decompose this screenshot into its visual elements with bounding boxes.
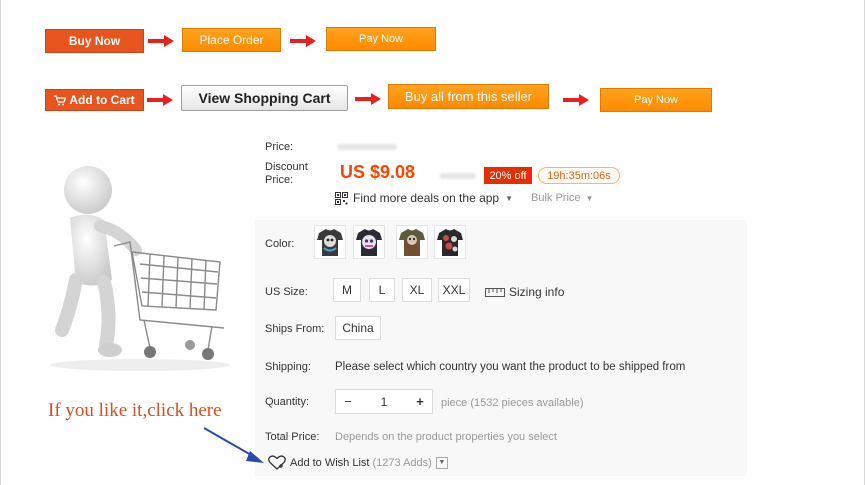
quantity-stepper: − 1 + <box>335 389 433 414</box>
find-deals-link[interactable]: Find more deals on the app ▼ <box>335 191 513 205</box>
hint-annotation: If you like it,click here <box>48 400 222 421</box>
size-option-label: L <box>378 283 386 297</box>
tshirt-thumbnail <box>399 229 425 256</box>
shipping-label: Shipping: <box>265 361 311 373</box>
size-label: US Size: <box>265 286 308 298</box>
size-option-l[interactable]: L <box>369 278 395 302</box>
arrow-right-icon <box>563 94 589 106</box>
view-cart-label: View Shopping Cart <box>198 90 331 106</box>
add-to-cart-button[interactable]: Add to Cart <box>45 89 144 111</box>
arrow-right-icon <box>290 35 316 47</box>
tshirt-thumbnail <box>356 229 382 256</box>
size-option-xxl[interactable]: XXL <box>438 278 470 302</box>
add-to-wishlist-button[interactable]: Add to Wish List (1273 Adds) ▼ <box>268 455 448 470</box>
ships-from-value: China <box>342 321 374 335</box>
size-option-xl[interactable]: XL <box>402 278 432 302</box>
plus-icon[interactable]: + <box>408 390 432 413</box>
minus-icon[interactable]: − <box>336 390 360 413</box>
heart-icon <box>268 455 286 470</box>
chevron-down-icon: ▼ <box>585 193 594 203</box>
pay-now-label-2: Pay Now <box>633 94 679 106</box>
discount-label: Discount <box>265 161 308 173</box>
discount-percent-text: 20% off <box>489 169 527 182</box>
quantity-label: Quantity: <box>265 396 310 408</box>
pay-now-button[interactable]: Pay Now <box>326 27 436 51</box>
total-price-note: Depends on the product properties you se… <box>335 431 557 443</box>
cart-icon <box>54 94 67 105</box>
total-price-label: Total Price: <box>265 431 320 443</box>
per-piece-blurred <box>440 173 476 179</box>
sizing-info-text: Sizing info <box>509 285 565 299</box>
chevron-down-icon: ▼ <box>505 193 514 203</box>
original-price-blurred <box>337 144 397 150</box>
tshirt-thumbnail <box>437 229 463 256</box>
size-option-m[interactable]: M <box>333 278 361 302</box>
buy-now-label: Buy Now <box>68 34 121 48</box>
add-to-cart-label: Add to Cart <box>69 93 135 107</box>
color-swatch-3[interactable] <box>396 225 428 259</box>
wishlist-count: (1273 Adds) <box>372 456 432 469</box>
price-label: Price: <box>265 141 294 153</box>
size-option-label: XXL <box>442 283 466 297</box>
quantity-input[interactable]: 1 <box>360 390 408 413</box>
arrow-right-icon <box>147 94 173 106</box>
view-shopping-cart-button[interactable]: View Shopping Cart <box>181 85 348 111</box>
qr-code-icon <box>335 191 348 205</box>
size-option-label: XL <box>409 283 425 297</box>
discount-percent-badge: 20% off <box>484 167 532 184</box>
cart-man-illustration <box>50 166 230 371</box>
countdown-timer-text: 19h:35m:06s <box>547 169 611 182</box>
shipping-message: Please select which country you want the… <box>335 361 686 373</box>
pointer-arrow <box>203 427 264 463</box>
wishlist-text: Add to Wish List <box>290 456 370 469</box>
chevron-down-icon[interactable]: ▼ <box>435 456 448 469</box>
arrow-right-icon <box>148 35 174 47</box>
place-order-button[interactable]: Place Order <box>182 28 281 52</box>
bulk-price-text: Bulk Price <box>531 192 581 204</box>
discount-price-label: Price: <box>265 174 294 186</box>
buy-all-from-seller-button[interactable]: Buy all from this seller <box>388 84 549 109</box>
bulk-price-dropdown[interactable]: Bulk Price ▼ <box>531 192 593 204</box>
tshirt-thumbnail <box>317 229 343 256</box>
color-swatch-2[interactable] <box>353 225 385 259</box>
countdown-timer: 19h:35m:06s <box>538 167 620 184</box>
discount-price-value: US $9.08 <box>340 162 416 182</box>
ships-from-label: Ships From: <box>265 323 325 335</box>
buy-all-label: Buy all from this seller <box>404 89 533 104</box>
quantity-availability: piece (1532 pieces available) <box>441 397 584 409</box>
find-deals-text: Find more deals on the app <box>353 191 500 205</box>
color-label: Color: <box>265 238 295 250</box>
color-swatch-4[interactable] <box>434 225 466 259</box>
place-order-label: Place Order <box>199 33 264 47</box>
pay-now-label: Pay Now <box>358 33 404 45</box>
buy-now-button[interactable]: Buy Now <box>45 29 144 53</box>
color-swatch-1[interactable] <box>314 225 346 259</box>
pay-now-button-2[interactable]: Pay Now <box>600 88 712 112</box>
arrow-right-icon <box>355 93 381 105</box>
size-option-label: M <box>342 283 352 297</box>
sizing-info-link[interactable]: Sizing info <box>485 285 564 299</box>
ruler-icon <box>485 287 505 297</box>
ships-from-option-china[interactable]: China <box>335 316 381 340</box>
